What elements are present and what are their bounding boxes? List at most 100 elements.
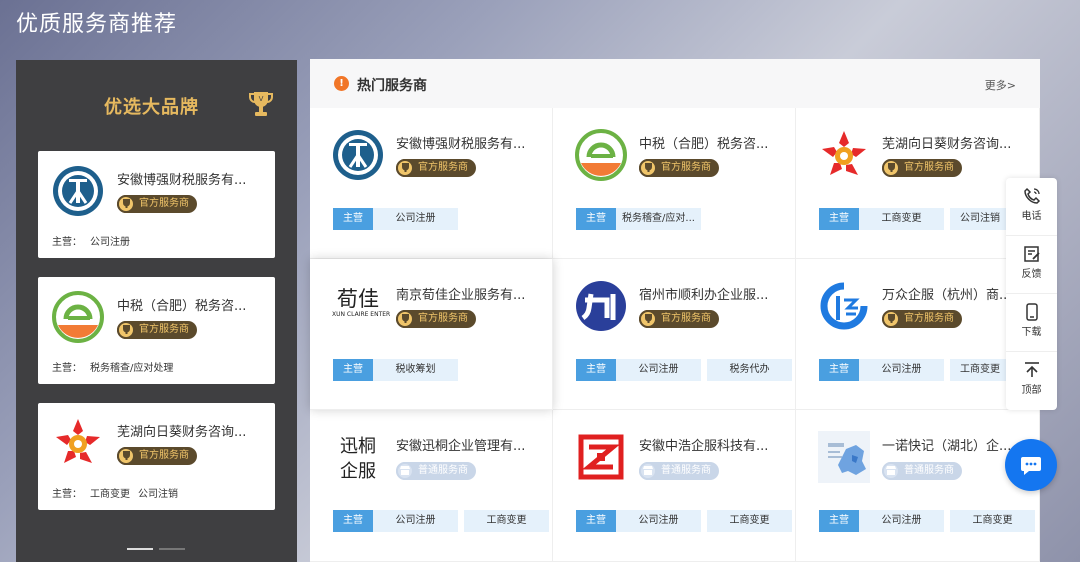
service-tag: 税收筹划 [373, 359, 458, 381]
provider-name: 中税（合肥）税务咨... [117, 299, 247, 314]
normal-badge: 普通服务商 [639, 461, 719, 480]
svg-text:V: V [259, 95, 264, 103]
medal-icon [117, 321, 135, 339]
official-badge: 官方服务商 [117, 447, 197, 465]
side-item-label: 下载 [1021, 327, 1042, 338]
carousel-dot-active[interactable] [127, 547, 153, 550]
service-tag: 工商变更 [859, 208, 944, 230]
brand-card[interactable]: 中税（合肥）税务咨... 官方服务商 主营： 税务稽查/应对处理 [38, 277, 275, 384]
main-tag: 主营 [576, 208, 616, 230]
official-badge: 官方服务商 [882, 159, 962, 177]
zhongshui-logo-icon [52, 291, 104, 343]
normal-badge: 普通服务商 [882, 461, 962, 480]
medal-icon [639, 310, 657, 328]
provider-name: 中税（合肥）税务咨... [639, 137, 769, 152]
main-business: 主营： 公司注册 [52, 237, 130, 248]
provider-name: 安徽博强财税服务有... [396, 137, 526, 152]
service-tag: 公司注册 [859, 510, 944, 532]
chat-button[interactable] [1005, 439, 1057, 491]
service-tag: 税务代办 [707, 359, 792, 381]
store-icon [396, 461, 414, 480]
side-item-label: 顶部 [1021, 385, 1042, 396]
zhongshui-logo-icon [575, 129, 627, 181]
hot-providers-header: ! 热门服务商 更多> [310, 59, 1040, 108]
chat-icon [1021, 457, 1041, 475]
shunliban-logo-icon [576, 281, 626, 331]
service-tag: 工商变更 [950, 510, 1035, 532]
carousel-dot[interactable] [159, 547, 185, 550]
service-tags: 主营 公司注册 工商变更 [819, 510, 1035, 532]
official-badge: 官方服务商 [117, 321, 197, 339]
xunjia-logo: 荀佳 XUN CLAIRE ENTER [332, 287, 391, 318]
service-tag: 公司注册 [373, 510, 458, 532]
provider-name: 南京荀佳企业服务有... [396, 288, 526, 303]
provider-name: 安徽中浩企服科技有... [639, 439, 769, 454]
floating-side-bar: 电话 反馈 下载 顶部 [1006, 178, 1057, 410]
store-icon [882, 461, 900, 480]
provider-card[interactable]: 一诺快记（湖北）企... 普通服务商 主营 公司注册 工商变更 [796, 410, 1040, 562]
provider-card[interactable]: 宿州市顺利办企业服... 官方服务商 主营 公司注册 税务代办 [553, 259, 796, 410]
medal-icon [117, 195, 135, 213]
provider-card[interactable]: 安徽中浩企服科技有... 普通服务商 主营 公司注册 工商变更 [553, 410, 796, 562]
official-badge: 官方服务商 [882, 310, 962, 328]
official-badge: 官方服务商 [396, 310, 476, 328]
provider-name: 芜湖向日葵财务咨询... [882, 137, 1012, 152]
sunflower-logo-icon [822, 131, 866, 175]
more-link[interactable]: 更多> [985, 77, 1016, 93]
service-tags: 主营 公司注册 工商变更 [576, 510, 792, 532]
provider-name: 芜湖向日葵财务咨询... [117, 425, 247, 440]
provider-card[interactable]: 安徽博强财税服务有... 官方服务商 主营 公司注册 [310, 108, 553, 259]
service-tags: 主营 公司注册 工商变更 [333, 510, 549, 532]
service-tag: 工商变更 [950, 359, 1010, 381]
provider-name: 安徽博强财税服务有... [117, 173, 247, 188]
xuntong-logo: 迅桐 企服 [340, 436, 376, 482]
carousel-dots[interactable] [127, 538, 191, 557]
medal-icon [882, 159, 900, 177]
normal-badge: 普通服务商 [396, 461, 476, 480]
main-tag: 主营 [333, 510, 373, 532]
service-tag: 公司注册 [616, 359, 701, 381]
service-tags: 主营 公司注册 税务代办 [576, 359, 792, 381]
sunflower-logo-icon [56, 419, 100, 463]
map-thumbnail-icon [818, 431, 870, 483]
medal-icon [117, 447, 135, 465]
brand-card[interactable]: 安徽博强财税服务有... 官方服务商 主营： 公司注册 [38, 151, 275, 258]
service-tags: 主营 公司注册 工商变更 [819, 359, 1010, 381]
service-tag: 公司注册 [373, 208, 458, 230]
service-tag: 工商变更 [464, 510, 549, 532]
page-title: 优质服务商推荐 [16, 12, 178, 37]
brand-panel: 优选大品牌 V 安徽博强财税服务有... 官方服务商 主营： 公司注册 中税（合… [16, 60, 297, 562]
service-tags: 主营 工商变更 公司注销 [819, 208, 1010, 230]
brand-panel-title: 优选大品牌 [104, 97, 199, 118]
provider-card[interactable]: 万众企服（杭州）商... 官方服务商 主营 公司注册 工商变更 [796, 259, 1040, 410]
provider-name: 宿州市顺利办企业服... [639, 288, 769, 303]
medal-icon [639, 159, 657, 177]
feedback-icon [1023, 246, 1040, 262]
main-tag: 主营 [333, 208, 373, 230]
side-item-download[interactable]: 下载 [1006, 294, 1057, 352]
service-tags: 主营 税务稽查/应对... [576, 208, 701, 230]
provider-card[interactable]: 荀佳 XUN CLAIRE ENTER 南京荀佳企业服务有... 官方服务商 主… [310, 259, 553, 410]
official-badge: 官方服务商 [639, 159, 719, 177]
official-badge: 官方服务商 [639, 310, 719, 328]
service-tags: 主营 公司注册 [333, 208, 458, 230]
wanzhong-logo-icon [820, 282, 868, 330]
trophy-icon: V [249, 92, 273, 116]
side-item-feedback[interactable]: 反馈 [1006, 236, 1057, 294]
medal-icon [882, 310, 900, 328]
hot-providers-panel: ! 热门服务商 更多> 安徽博强财税服务有... 官方服务商 主营 公司注册 中… [310, 59, 1040, 562]
provider-card[interactable]: 中税（合肥）税务咨... 官方服务商 主营 税务稽查/应对... [553, 108, 796, 259]
provider-card[interactable]: 芜湖向日葵财务咨询... 官方服务商 主营 工商变更 公司注销 [796, 108, 1040, 259]
main-tag: 主营 [333, 359, 373, 381]
boqiang-logo-icon [53, 166, 103, 216]
service-tag: 公司注册 [859, 359, 944, 381]
provider-card[interactable]: 迅桐 企服 安徽迅桐企业管理有... 普通服务商 主营 公司注册 工商变更 [310, 410, 553, 562]
provider-name: 安徽迅桐企业管理有... [396, 439, 526, 454]
main-tag: 主营 [819, 510, 859, 532]
side-item-back-to-top[interactable]: 顶部 [1006, 352, 1057, 410]
main-tag: 主营 [819, 359, 859, 381]
service-tag: 税务稽查/应对... [616, 208, 701, 230]
brand-card[interactable]: 芜湖向日葵财务咨询... 官方服务商 主营： 工商变更 公司注销 [38, 403, 275, 510]
side-item-phone[interactable]: 电话 [1006, 178, 1057, 236]
back-to-top-icon [1024, 362, 1039, 377]
